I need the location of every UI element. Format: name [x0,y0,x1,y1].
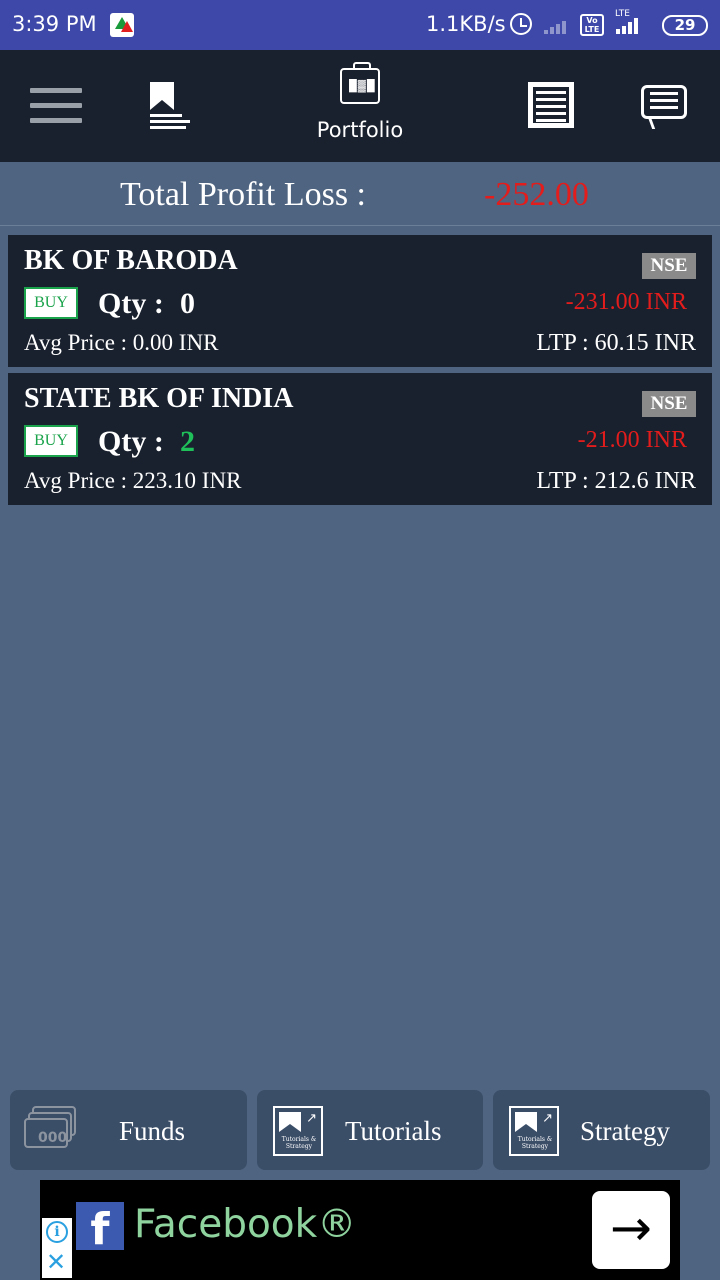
tutorials-book-icon: ↗ Tutorials & Strategy [273,1106,323,1156]
watchlist-bookmark-icon[interactable] [146,82,190,130]
facebook-logo-icon: f [76,1202,124,1250]
menu-icon[interactable] [30,88,82,124]
ad-banner[interactable]: i ✕ f Facebook® → [40,1180,680,1280]
app-notification-icon [110,13,134,37]
exchange-badge: NSE [642,391,696,417]
arrow-right-icon[interactable]: → [592,1191,670,1269]
portfolio-icon [340,62,380,104]
virtual-trading-news-icon[interactable] [528,82,574,128]
funds-label: Funds [119,1116,186,1146]
ad-title[interactable]: Facebook® [134,1202,356,1247]
qty-label: Qty : [98,287,164,320]
total-profit-loss-bar: Total Profit Loss : -252.00 [0,162,720,226]
tutorials-button[interactable]: ↗ Tutorials & Strategy Tutorials [257,1090,483,1170]
battery-icon: 29 [662,15,708,36]
stock-name: BK OF BARODA [24,245,238,276]
exchange-badge: NSE [642,253,696,279]
qty-value: 2 [180,425,195,458]
tab-portfolio[interactable]: Portfolio [300,62,420,154]
chat-icon[interactable] [641,85,687,119]
status-bar: 3:39 PM 1.1KB/s Vo LTE LTE 29 [0,0,720,50]
position-card[interactable]: BK OF BARODA NSE BUY Qty : 0 -231.00 INR… [8,235,712,367]
buy-badge[interactable]: BUY [24,425,78,457]
avg-price: Avg Price : 223.10 INR [24,468,242,493]
qty-label: Qty : [98,425,164,458]
info-icon[interactable]: i [46,1221,68,1243]
position-card[interactable]: STATE BK OF INDIA NSE BUY Qty : 2 -21.00… [8,373,712,505]
signal-strength-icon [616,16,638,34]
total-profit-loss-value: -252.00 [484,176,589,213]
qty-value: 0 [180,287,195,320]
buy-badge[interactable]: BUY [24,287,78,319]
alarm-icon [510,13,532,35]
volte-icon: Vo LTE [580,14,604,36]
money-stack-icon: 000 [24,1106,76,1154]
status-time: 3:39 PM [12,12,97,36]
ad-choices[interactable]: i ✕ [42,1218,72,1278]
ltp: LTP : 60.15 INR [536,330,696,356]
top-nav: Portfolio [0,50,720,162]
position-profit-loss: -21.00 INR [577,427,687,453]
strategy-book-icon: ↗ Tutorials & Strategy [509,1106,559,1156]
stock-name: STATE BK OF INDIA [24,383,294,414]
total-profit-loss-label: Total Profit Loss : [120,176,367,213]
signal-icon [544,16,566,34]
avg-price: Avg Price : 0.00 INR [24,330,219,355]
funds-button[interactable]: 000 Funds [10,1090,247,1170]
network-speed: 1.1KB/s [426,12,506,36]
close-icon[interactable]: ✕ [46,1250,66,1274]
strategy-label: Strategy [580,1116,670,1146]
tab-portfolio-label: Portfolio [316,118,404,142]
ltp: LTP : 212.6 INR [536,468,696,494]
strategy-button[interactable]: ↗ Tutorials & Strategy Strategy [493,1090,710,1170]
tutorials-label: Tutorials [345,1116,442,1146]
position-profit-loss: -231.00 INR [565,289,687,315]
